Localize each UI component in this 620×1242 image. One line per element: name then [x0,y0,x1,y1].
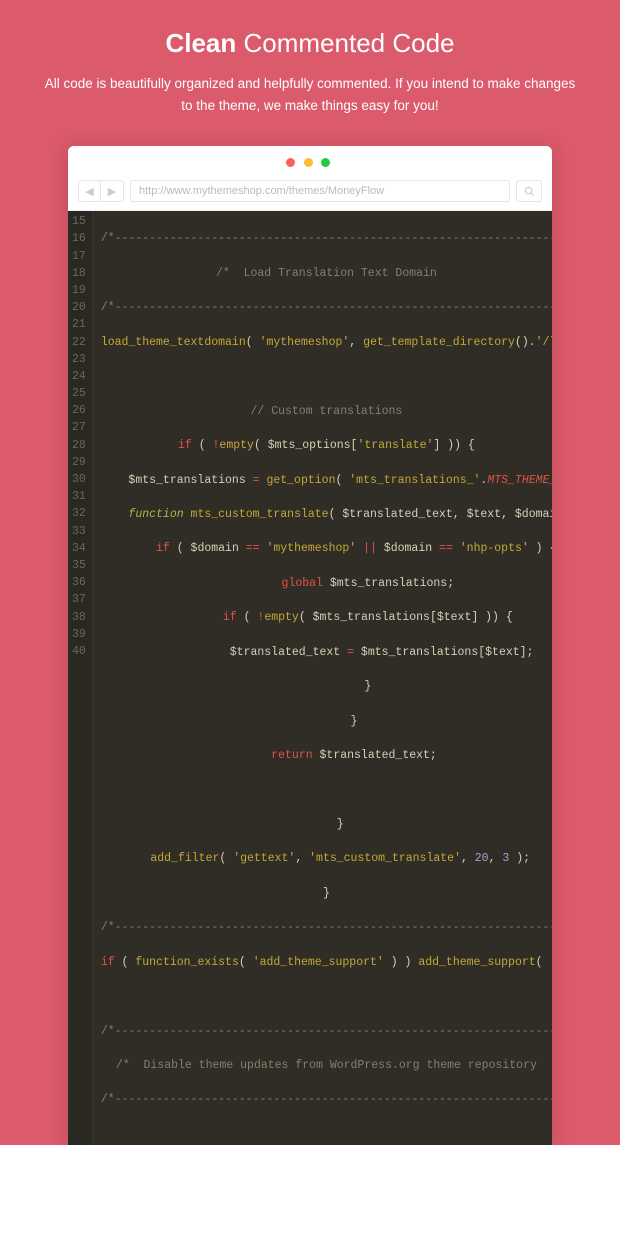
url-text: http://www.mythemeshop.com/themes/MoneyF… [139,185,384,197]
line-number: 40 [72,643,86,660]
close-dot[interactable] [286,158,295,167]
hero-title: Clean Commented Code [30,28,590,59]
line-number: 19 [72,282,86,299]
below-section [0,1145,620,1242]
search-icon [524,186,535,197]
back-button[interactable]: ◀ [79,181,101,201]
line-number: 30 [72,471,86,488]
nav-buttons: ◀ ▶ [78,180,124,202]
browser-chrome: ◀ ▶ http://www.mythemeshop.com/themes/Mo… [68,146,552,211]
line-number: 31 [72,488,86,505]
line-number: 17 [72,248,86,265]
code-content: /*--------------------------------------… [93,211,552,1145]
line-number: 35 [72,557,86,574]
hero-title-rest: Commented Code [236,28,454,58]
line-number: 27 [72,419,86,436]
line-number: 16 [72,230,86,247]
line-number: 24 [72,368,86,385]
hero-subtitle: All code is beautifully organized and he… [30,73,590,146]
minimize-dot[interactable] [304,158,313,167]
maximize-dot[interactable] [321,158,330,167]
forward-button[interactable]: ▶ [101,181,123,201]
hero-title-bold: Clean [165,28,236,58]
line-number: 20 [72,299,86,316]
line-number: 32 [72,505,86,522]
line-number: 23 [72,351,86,368]
line-number: 36 [72,574,86,591]
line-number: 26 [72,402,86,419]
line-number: 37 [72,591,86,608]
hero-section: Clean Commented Code All code is beautif… [0,0,620,1145]
line-number: 22 [72,334,86,351]
browser-window: ◀ ▶ http://www.mythemeshop.com/themes/Mo… [68,146,552,1145]
line-number: 21 [72,316,86,333]
line-number: 25 [72,385,86,402]
line-number: 34 [72,540,86,557]
url-bar: ◀ ▶ http://www.mythemeshop.com/themes/Mo… [68,176,552,210]
line-number: 39 [72,626,86,643]
url-input[interactable]: http://www.mythemeshop.com/themes/MoneyF… [130,180,510,202]
line-number: 28 [72,437,86,454]
search-button[interactable] [516,180,542,202]
line-number: 18 [72,265,86,282]
code-editor: 1516171819202122232425262728293031323334… [68,211,552,1145]
line-number: 29 [72,454,86,471]
window-controls [68,146,552,176]
line-number: 33 [72,523,86,540]
line-gutter: 1516171819202122232425262728293031323334… [68,211,93,1145]
line-number: 15 [72,213,86,230]
line-number: 38 [72,609,86,626]
